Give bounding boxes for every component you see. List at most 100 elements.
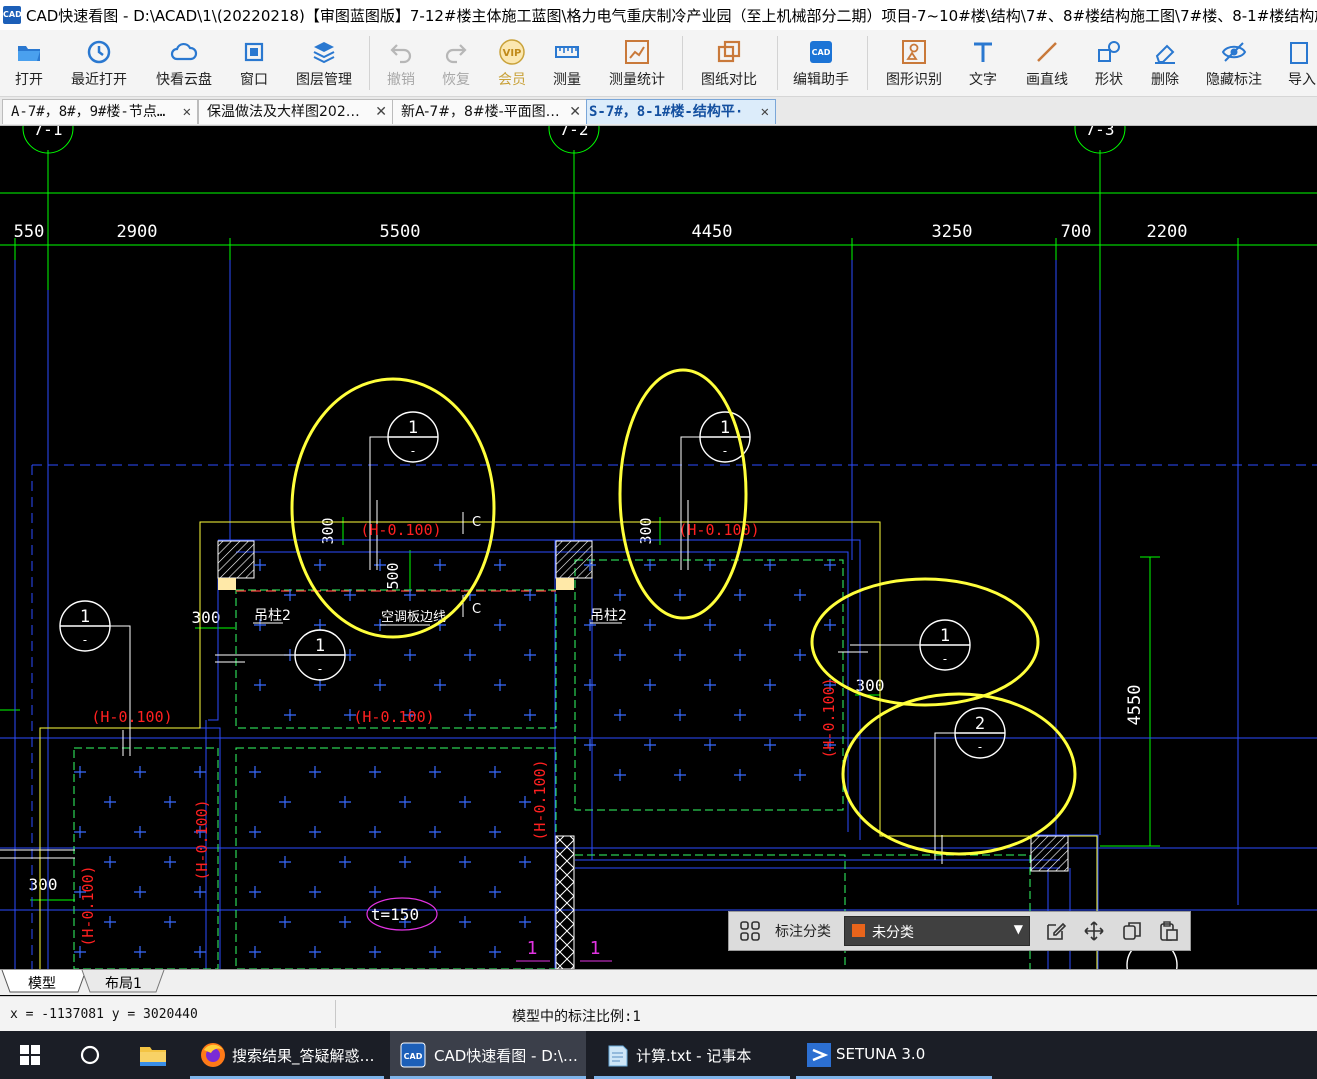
drawing-compare-button[interactable]: 图纸对比 — [690, 30, 768, 96]
cross-marker — [519, 916, 531, 928]
cross-marker — [704, 739, 716, 751]
cross-marker — [704, 619, 716, 631]
cross-marker — [794, 589, 806, 601]
compare-icon — [717, 40, 741, 63]
vip-button[interactable]: VIP 会员 — [487, 30, 537, 96]
svg-text:700: 700 — [1061, 222, 1092, 242]
close-icon[interactable]: ✕ — [375, 100, 387, 124]
copy-icon[interactable] — [1121, 920, 1143, 942]
cross-marker — [519, 796, 531, 808]
cross-marker — [644, 619, 656, 631]
cross-marker — [369, 886, 381, 898]
window-button[interactable]: 窗口 — [228, 30, 280, 96]
cross-marker — [674, 769, 686, 781]
shape-recognize-button[interactable]: 图形识别 — [876, 30, 952, 96]
cross-marker — [704, 559, 716, 571]
drawing-canvas[interactable]: 7-1 7-2 7-3 550 2900 5500 4450 3250 700 … — [0, 126, 1317, 969]
status-divider — [335, 1000, 336, 1028]
cross-marker — [369, 946, 381, 958]
svg-text:空调板边线: 空调板边线 — [381, 610, 446, 625]
doc-tab[interactable]: 新A-7#，8#楼-平面图… ✕ — [392, 99, 588, 124]
svg-text:-: - — [721, 444, 728, 458]
doc-tab[interactable]: 保温做法及大样图202… ✕ — [198, 99, 394, 124]
doc-tab-label: A-7#，8#，9#楼-节点… — [11, 104, 166, 120]
annotation-category-select[interactable]: 未分类 ▼ — [844, 916, 1030, 946]
shapes-button[interactable]: 形状 — [1084, 30, 1134, 96]
cross-marker — [824, 559, 836, 571]
taskbar-setuna[interactable]: SETUNA 3.0 — [796, 1031, 992, 1079]
cross-marker — [134, 946, 146, 958]
toolbar-separator — [682, 36, 683, 90]
cross-marker — [369, 766, 381, 778]
taskbar-cad[interactable]: CAD CAD快速看图 - D:\… — [390, 1031, 586, 1079]
svg-text:(H-0.100): (H-0.100) — [678, 521, 759, 539]
section-numbers: 1 - 1 - 1 - 1 - 1 - 2 - — [80, 418, 985, 754]
import-icon — [1289, 42, 1308, 64]
text-button[interactable]: 文字 — [958, 30, 1008, 96]
measure-button[interactable]: 测量 — [542, 30, 592, 96]
edit-icon[interactable] — [1045, 920, 1067, 942]
layer-manager-button[interactable]: 图层管理 — [288, 30, 360, 96]
svg-text:4550: 4550 — [1125, 685, 1145, 726]
close-icon[interactable]: ✕ — [183, 100, 191, 124]
cross-marker — [254, 559, 266, 571]
cross-marker — [194, 766, 206, 778]
svg-text:7-1: 7-1 — [34, 126, 63, 139]
cloud-disk-button[interactable]: 快看云盘 — [146, 30, 222, 96]
undo-button[interactable]: 撤销 — [376, 30, 426, 96]
svg-text:-: - — [976, 740, 983, 754]
hide-annotations-button[interactable]: 隐藏标注 — [1198, 30, 1270, 96]
layout-tab-layout1[interactable]: 布局1 — [105, 973, 142, 993]
cross-marker — [279, 856, 291, 868]
cross-marker — [644, 739, 656, 751]
doc-tab-active[interactable]: S-7#，8-1#楼-结构平· ✕ — [586, 99, 776, 124]
import-button[interactable]: 导入 — [1280, 30, 1317, 96]
taskbar-notepad[interactable]: 计算.txt - 记事本 — [594, 1031, 790, 1079]
edit-assistant-button[interactable]: CAD 编辑助手 — [784, 30, 858, 96]
file-explorer-icon[interactable] — [139, 1043, 167, 1067]
cross-marker — [194, 946, 206, 958]
cross-marker — [104, 856, 116, 868]
cross-marker — [429, 826, 441, 838]
line-icon — [1037, 42, 1057, 62]
cross-marker — [339, 856, 351, 868]
eraser-icon — [1155, 44, 1175, 64]
vip-icon: VIP — [499, 39, 525, 65]
search-circle-icon[interactable] — [79, 1044, 101, 1066]
svg-text:300: 300 — [192, 608, 221, 627]
cross-marker — [434, 679, 446, 691]
layout-tab-model[interactable]: 模型 — [28, 973, 56, 993]
redo-button[interactable]: 恢复 — [431, 30, 481, 96]
cross-marker — [494, 619, 506, 631]
elevation-labels: (H-0.100) (H-0.100) (H-0.100) (H-0.100) … — [79, 521, 838, 947]
svg-text:吊柱2: 吊柱2 — [254, 608, 291, 624]
move-icon[interactable] — [1083, 920, 1105, 942]
close-icon[interactable]: ✕ — [569, 100, 581, 124]
cross-marker — [519, 856, 531, 868]
svg-text:5500: 5500 — [380, 222, 421, 242]
ruler-icon — [555, 46, 579, 58]
paste-icon[interactable] — [1158, 920, 1180, 942]
measure-stats-button[interactable]: 测量统计 — [602, 30, 672, 96]
grid-icon[interactable] — [739, 920, 761, 942]
windows-taskbar: 搜索结果_答疑解惑… CAD CAD快速看图 - D:\… 计算.txt - 记… — [0, 1031, 1317, 1079]
cross-marker — [339, 916, 351, 928]
taskbar-firefox[interactable]: 搜索结果_答疑解惑… — [190, 1031, 384, 1079]
close-icon[interactable]: ✕ — [761, 100, 769, 124]
cross-marker — [249, 886, 261, 898]
cross-marker — [279, 916, 291, 928]
doc-tab-label: S-7#，8-1#楼-结构平· — [589, 104, 744, 120]
recent-open-button[interactable]: 最近打开 — [60, 30, 138, 96]
cross-marker — [314, 679, 326, 691]
toolbar-separator — [777, 36, 778, 90]
layers-icon — [313, 42, 335, 64]
notepad-icon — [608, 1045, 628, 1067]
delete-button[interactable]: 删除 — [1140, 30, 1190, 96]
doc-tab[interactable]: A-7#，8#，9#楼-节点… ✕ — [2, 99, 198, 124]
windows-start-icon[interactable] — [20, 1045, 40, 1065]
svg-text:-: - — [941, 652, 948, 666]
open-button[interactable]: 打开 — [4, 30, 54, 96]
cross-marker — [249, 826, 261, 838]
cross-marker — [674, 589, 686, 601]
draw-line-button[interactable]: 画直线 — [1016, 30, 1078, 96]
